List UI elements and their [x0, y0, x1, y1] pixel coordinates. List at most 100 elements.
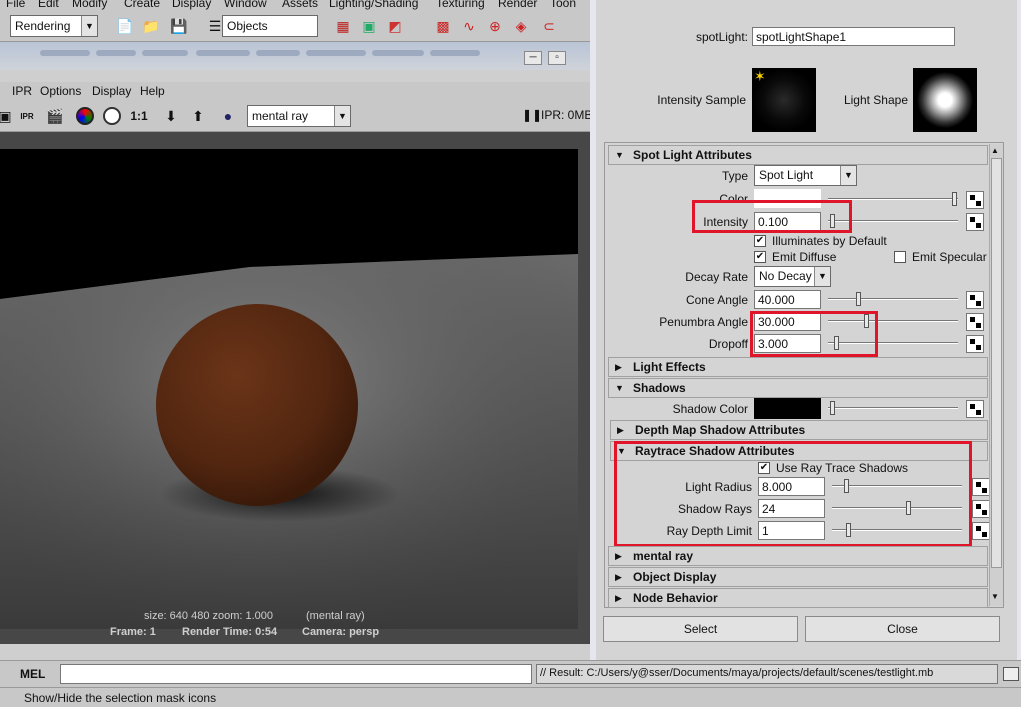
chevron-down-icon: ▼ [334, 106, 350, 126]
shelf-tab[interactable] [142, 50, 188, 56]
select-hierarchy-icon[interactable]: ▦ [332, 15, 354, 37]
map-button-icon[interactable] [966, 213, 984, 231]
menu-set-dropdown[interactable]: Rendering ▼ [10, 15, 98, 37]
menu-file[interactable]: File [6, 0, 25, 10]
highlight-box [750, 311, 878, 357]
section-title: mental ray [633, 549, 694, 563]
rv-menu-options[interactable]: Options [40, 84, 81, 98]
snap-curve-icon[interactable]: ∿ [458, 15, 480, 37]
section-object-display[interactable]: ▶ Object Display [608, 567, 988, 587]
section-spot-light[interactable]: ▼ Spot Light Attributes [608, 145, 988, 165]
section-title: Light Effects [633, 360, 706, 374]
map-button-icon[interactable] [972, 522, 990, 540]
shelf-tab[interactable] [196, 50, 250, 56]
status-line: Rendering ▼ 📄 📁 💾 ☰ Objects ▦ ▣ ◩ ▩ ∿ ⊕ … [0, 10, 600, 42]
map-button-icon[interactable] [966, 313, 984, 331]
shadow-color-swatch[interactable] [754, 398, 821, 419]
menu-modify[interactable]: Modify [72, 0, 107, 10]
menu-render[interactable]: Render [498, 0, 537, 10]
menu-edit[interactable]: Edit [38, 0, 59, 10]
type-dropdown[interactable]: Spot Light ▼ [754, 165, 857, 186]
intensity-sample-swatch[interactable]: ✶ [752, 68, 816, 132]
rv-menu-display[interactable]: Display [92, 84, 131, 98]
scroll-up-icon[interactable]: ▲ [991, 146, 999, 155]
snapshot-icon[interactable]: 🎬 [44, 105, 66, 127]
shelf-tab[interactable] [430, 50, 480, 56]
shelf-tab[interactable] [40, 50, 90, 56]
emit-specular-label: Emit Specular [912, 250, 987, 264]
real-size-button[interactable]: 1:1 [128, 105, 150, 127]
decay-dropdown[interactable]: No Decay ▼ [754, 266, 831, 287]
make-live-icon[interactable]: ⊂ [538, 15, 560, 37]
pause-icon[interactable]: ❚❚ [522, 108, 542, 122]
illuminates-checkbox[interactable]: ✔ [754, 235, 766, 247]
map-button-icon[interactable] [966, 400, 984, 418]
renderer-icon[interactable]: ● [217, 105, 239, 127]
emit-specular-checkbox[interactable] [894, 251, 906, 263]
save-scene-icon[interactable]: 💾 [168, 15, 190, 37]
alpha-channel-icon[interactable] [101, 105, 123, 127]
scrollbar-thumb[interactable] [991, 158, 1002, 568]
map-button-icon[interactable] [966, 291, 984, 309]
section-mental-ray[interactable]: ▶ mental ray [608, 546, 988, 566]
section-depth-map[interactable]: ▶ Depth Map Shadow Attributes [610, 420, 988, 440]
ipr-render-icon[interactable]: IPR [16, 105, 38, 127]
section-node-behavior[interactable]: ▶ Node Behavior [608, 588, 988, 608]
menu-assets[interactable]: Assets [282, 0, 318, 10]
select-button[interactable]: Select [603, 616, 798, 642]
new-scene-icon[interactable]: 📄 [114, 15, 136, 37]
scroll-down-icon[interactable]: ▼ [991, 592, 999, 601]
shelf-tab[interactable] [306, 50, 366, 56]
snap-point-icon[interactable]: ⊕ [484, 15, 506, 37]
section-shadows[interactable]: ▼ Shadows [608, 378, 988, 398]
render-view-image[interactable]: size: 640 480 zoom: 1.000 (mental ray) F… [0, 132, 600, 644]
menu-texturing[interactable]: Texturing [436, 0, 485, 10]
section-title: Object Display [633, 570, 717, 584]
image-size-label: size: 640 480 zoom: 1.000 [144, 610, 274, 622]
mel-input[interactable] [60, 664, 532, 684]
selection-mode-field[interactable]: Objects [222, 15, 318, 37]
close-button[interactable]: Close [805, 616, 1000, 642]
rgb-channels-icon[interactable] [74, 105, 96, 127]
menu-set-value: Rendering [15, 19, 71, 33]
menu-window[interactable]: Window [224, 0, 267, 10]
cone-angle-slider[interactable] [828, 292, 958, 306]
map-button-icon[interactable] [972, 500, 990, 518]
shelf-tab[interactable] [256, 50, 300, 56]
snap-grid-icon[interactable]: ▩ [432, 15, 454, 37]
minimize-icon[interactable]: ─ [524, 51, 542, 65]
menu-create[interactable]: Create [124, 0, 160, 10]
chevron-down-icon: ▼ [81, 16, 97, 36]
shadow-color-slider[interactable] [828, 401, 958, 415]
keep-image-icon[interactable]: ⬇ [160, 105, 182, 127]
menu-display[interactable]: Display [172, 0, 211, 10]
renderer-dropdown[interactable]: mental ray ▼ [247, 105, 351, 127]
menu-lighting-shading[interactable]: Lighting/Shading [329, 0, 418, 10]
script-editor-icon[interactable] [1003, 667, 1019, 681]
rv-menu-help[interactable]: Help [140, 84, 165, 98]
map-button-icon[interactable] [966, 191, 984, 209]
snap-plane-icon[interactable]: ◈ [510, 15, 532, 37]
menu-toon[interactable]: Toon [550, 0, 576, 10]
shelf-tab[interactable] [96, 50, 136, 56]
emit-diffuse-label: Emit Diffuse [772, 250, 837, 264]
map-button-icon[interactable] [966, 335, 984, 353]
render-icon[interactable]: ▣ [0, 105, 16, 127]
rv-menu-ipr[interactable]: IPR [12, 84, 32, 98]
open-scene-icon[interactable]: 📁 [140, 15, 162, 37]
emit-diffuse-checkbox[interactable]: ✔ [754, 251, 766, 263]
section-light-effects[interactable]: ▶ Light Effects [608, 357, 988, 377]
rendered-scene [0, 149, 578, 629]
mel-result: // Result: C:/Users/y@sser/Documents/may… [536, 664, 998, 684]
frame-label: Frame: 1 [110, 626, 156, 638]
shelf-tab[interactable] [372, 50, 424, 56]
remove-image-icon[interactable]: ⬆ [187, 105, 209, 127]
select-object-icon[interactable]: ▣ [358, 15, 380, 37]
select-component-icon[interactable]: ◩ [384, 15, 406, 37]
node-name-field[interactable]: spotLightShape1 [752, 27, 955, 46]
cone-angle-field[interactable]: 40.000 [754, 290, 821, 309]
restore-icon[interactable]: ▫ [548, 51, 566, 65]
map-button-icon[interactable] [972, 478, 990, 496]
attribute-scrollbar[interactable]: ▲ ▼ [989, 144, 1003, 606]
illuminates-label: Illuminates by Default [772, 234, 887, 248]
